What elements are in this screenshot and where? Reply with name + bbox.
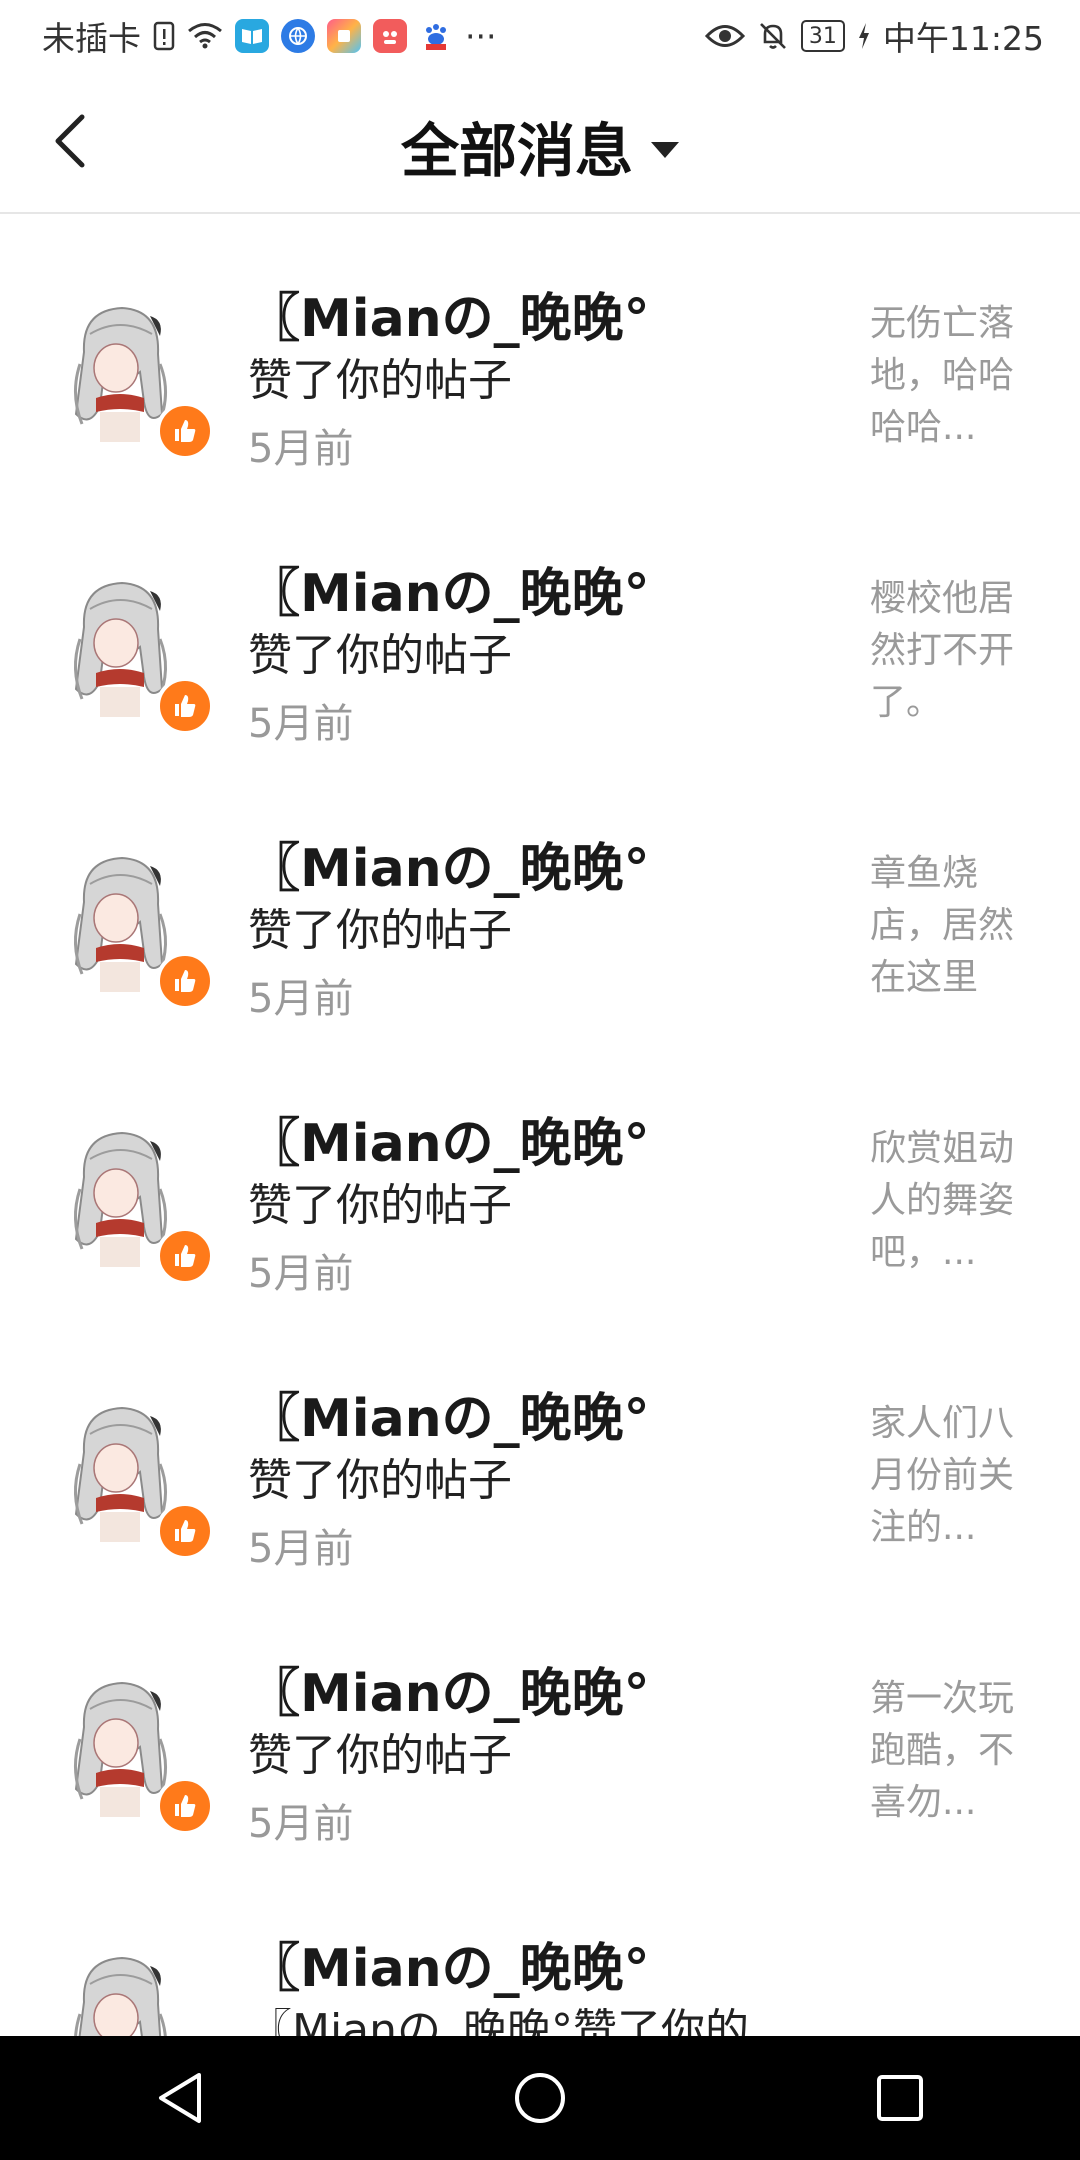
caret-down-icon	[651, 142, 679, 158]
bell-muted-icon	[757, 20, 789, 52]
message-item[interactable]: 〖Mianの_晚晚° 赞了你的帖子 5月前 第一次玩跑酷，不喜勿...	[0, 1591, 1080, 1866]
action-text: 〖Mianの_晚晚°赞了你的	[248, 2005, 750, 2036]
baidu-app-icon	[419, 19, 453, 53]
action-text: 赞了你的帖子	[248, 905, 512, 956]
username[interactable]: 〖Mianの_晚晚°	[248, 1651, 650, 1726]
message-item[interactable]: 〖Mianの_晚晚° 赞了你的帖子 5月前 章鱼烧店，居然在这里	[0, 766, 1080, 1041]
post-preview[interactable]: 第一次玩跑酷，不喜勿...	[870, 1673, 1040, 1829]
battery-indicator: 31	[800, 20, 845, 52]
circle-home-icon	[515, 2073, 565, 2123]
post-preview[interactable]: 樱校他居然打不开了。	[870, 573, 1040, 729]
message-filter-dropdown[interactable]: 全部消息	[0, 104, 1080, 188]
thumbs-up-icon	[156, 1502, 214, 1560]
username[interactable]: 〖Mianの_晚晚°	[248, 1101, 650, 1176]
triangle-back-icon	[159, 2073, 201, 2123]
username[interactable]: 〖Mianの_晚晚°	[248, 826, 650, 901]
more-notifications-text: ···	[465, 16, 497, 56]
eye-icon	[704, 23, 745, 49]
colorful-app-icon	[327, 19, 361, 53]
action-text: 赞了你的帖子	[248, 1455, 512, 1506]
nav-back-button[interactable]	[140, 2058, 220, 2138]
username[interactable]: 〖Mianの_晚晚°	[248, 1926, 650, 2001]
username[interactable]: 〖Mianの_晚晚°	[248, 1376, 650, 1451]
username[interactable]: 〖Mianの_晚晚°	[248, 551, 650, 626]
post-preview[interactable]: 无伤亡落地，哈哈哈哈...	[870, 298, 1040, 454]
status-bar: 未插卡 ··· 31 中午11:25	[0, 0, 1080, 72]
thumbs-up-icon	[156, 402, 214, 460]
timestamp: 5月前	[248, 1251, 354, 1297]
message-item[interactable]: 〖Mianの_晚晚° 赞了你的帖子 5月前 樱校他居然打不开了。	[0, 491, 1080, 766]
action-text: 赞了你的帖子	[248, 630, 512, 681]
message-item[interactable]: 〖Mianの_晚晚° 赞了你的帖子 5月前 无伤亡落地，哈哈哈哈...	[0, 216, 1080, 491]
clock-text: 中午11:25	[882, 19, 1044, 58]
message-item[interactable]: 〖Mianの_晚晚° 赞了你的帖子 5月前 家人们八月份前关注的...	[0, 1316, 1080, 1591]
sim-alert-icon	[153, 21, 175, 51]
thumbs-up-icon	[156, 952, 214, 1010]
action-text: 赞了你的帖子	[248, 1180, 512, 1231]
timestamp: 5月前	[248, 976, 354, 1022]
app-header: 全部消息	[0, 72, 1080, 214]
timestamp: 5月前	[248, 426, 354, 472]
nav-home-button[interactable]	[500, 2058, 580, 2138]
nav-recents-button[interactable]	[860, 2058, 940, 2138]
message-item[interactable]: 〖Mianの_晚晚° 〖Mianの_晚晚°赞了你的	[0, 1866, 1080, 2036]
timestamp: 5月前	[248, 701, 354, 747]
system-nav-bar	[0, 2036, 1080, 2160]
username[interactable]: 〖Mianの_晚晚°	[248, 276, 650, 351]
timestamp: 5月前	[248, 1526, 354, 1572]
page-title: 全部消息	[400, 117, 633, 185]
action-text: 赞了你的帖子	[248, 1730, 512, 1781]
browser-app-icon	[281, 19, 315, 53]
wifi-icon	[187, 22, 223, 50]
timestamp: 5月前	[248, 1801, 354, 1847]
post-preview[interactable]: 家人们八月份前关注的...	[870, 1398, 1040, 1554]
thumbs-up-icon	[156, 677, 214, 735]
thumbs-up-icon	[156, 1227, 214, 1285]
avatar[interactable]	[60, 1944, 178, 2036]
post-preview[interactable]: 章鱼烧店，居然在这里	[870, 848, 1040, 1004]
book-app-icon	[235, 19, 269, 53]
mascot-app-icon	[373, 19, 407, 53]
thumbs-up-icon	[156, 1777, 214, 1835]
charging-icon	[857, 22, 871, 50]
action-text: 赞了你的帖子	[248, 355, 512, 406]
post-preview[interactable]: 欣赏姐动人的舞姿吧，...	[870, 1123, 1040, 1279]
message-list[interactable]: 〖Mianの_晚晚° 赞了你的帖子 5月前 无伤亡落地，哈哈哈哈... 〖Mia…	[0, 216, 1080, 2036]
message-item[interactable]: 〖Mianの_晚晚° 赞了你的帖子 5月前 欣赏姐动人的舞姿吧，...	[0, 1041, 1080, 1316]
carrier-text: 未插卡	[42, 19, 141, 58]
square-recents-icon	[877, 2075, 923, 2121]
